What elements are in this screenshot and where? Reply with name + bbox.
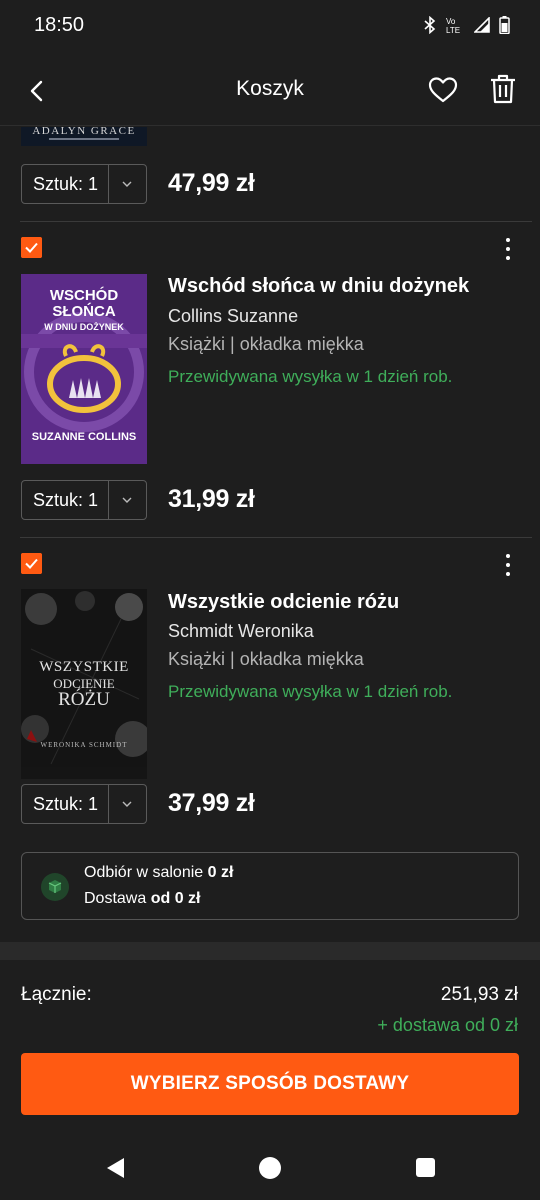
book-format: Książki | okładka miękka [168,649,364,669]
favorite-heart-button[interactable] [428,75,458,105]
signal-icon [474,17,490,33]
item-price: 37,99 zł [168,789,255,817]
book-title[interactable]: Wschód słońca w dniu dożynek [168,275,469,298]
pickup-price: 0 zł [207,864,234,881]
nav-back-icon[interactable] [104,1156,126,1180]
page-title: Koszyk [236,77,304,100]
more-options-icon[interactable] [498,552,518,578]
quantity-label: Sztuk: 1 [33,794,99,814]
book-author: Collins Suzanne [168,306,299,326]
total-label: Łącznie: [21,984,92,1005]
quantity-select[interactable]: Sztuk: 1 [21,784,147,824]
shipping-estimate: Przewidywana wysyłka w 1 dzień rob. [168,682,453,701]
cart-summary: Łącznie: 251,93 zł + dostawa od 0 zł WYB… [0,960,540,1136]
cover-title-line: W DNIU DOŻYNEK [44,322,124,332]
section-separator [0,942,540,960]
book-cover[interactable]: WSZYSTKIE ODCIENIE RÓŻU WERONIKA SCHMIDT [21,589,147,779]
book-title[interactable]: Wszystkie odcienie różu [168,591,399,614]
quantity-select[interactable]: Sztuk: 1 [21,164,147,204]
chevron-down-icon [122,801,132,807]
cover-title-line: SŁOŃCA [52,303,116,320]
total-value: 251,93 zł [440,984,518,1005]
book-cover[interactable]: WSCHÓD SŁOŃCA W DNIU DOŻYNEK SUZANNE COL… [21,274,147,464]
cover-title-line: WSZYSTKIE [39,659,129,675]
delivery-info-box: Odbiór w salonie 0 zł Dostawa od 0 zł [21,852,519,920]
chevron-down-icon [122,181,132,187]
volte-icon: VoLTE [446,17,460,34]
nav-recents-icon[interactable] [416,1158,435,1177]
battery-icon [499,16,510,34]
cover-subtitle-line [49,138,119,140]
system-nav-bar [0,1136,540,1200]
quantity-divider [108,481,109,519]
app-bar: Koszyk [0,56,540,126]
shipping-estimate: Przewidywana wysyłka w 1 dzień rob. [168,367,453,386]
cover-title-line: WSCHÓD [49,287,119,304]
cart-list[interactable]: ADALYN GRACE Sztuk: 1 47,99 zł WSCHÓD SŁ… [0,127,540,942]
cover-author-text: WERONIKA SCHMIDT [40,741,128,749]
quantity-select[interactable]: Sztuk: 1 [21,480,147,520]
book-author: Schmidt Weronika [168,621,314,641]
quantity-label: Sztuk: 1 [33,490,99,510]
divider [20,221,532,222]
svg-text:Vo: Vo [446,17,456,26]
delivery-price: od 0 zł [150,890,201,907]
quantity-divider [108,785,109,823]
cover-title-line: RÓŻU [58,689,110,710]
pickup-label: Odbiór w salonie [84,864,204,881]
status-time: 18:50 [34,14,85,36]
chevron-down-icon [122,497,132,503]
package-icon [41,873,69,901]
cover-author-text: ADALYN GRACE [32,127,136,137]
pickup-line: Odbiór w salonie 0 zł [84,864,233,882]
quantity-label: Sztuk: 1 [33,174,99,194]
item-price: 31,99 zł [168,485,255,513]
svg-text:LTE: LTE [446,26,460,34]
trash-button[interactable] [489,73,517,105]
cover-author-text: SUZANNE COLLINS [31,431,137,443]
item-price: 47,99 zł [168,169,255,197]
item-checkbox[interactable] [21,237,42,258]
quantity-divider [108,165,109,203]
delivery-line: Dostawa od 0 zł [84,890,200,908]
choose-delivery-button[interactable]: WYBIERZ SPOSÓB DOSTAWY [21,1053,519,1115]
item-checkbox[interactable] [21,553,42,574]
nav-home-icon[interactable] [259,1157,281,1179]
divider [20,537,532,538]
status-icons: Vo LTE [424,16,510,34]
shipping-note: + dostawa od 0 zł [377,1015,518,1035]
book-format: Książki | okładka miękka [168,334,364,354]
status-bar: 18:50 Vo LTE [0,0,540,56]
bluetooth-icon [424,16,436,34]
delivery-label: Dostawa [84,890,147,907]
more-options-icon[interactable] [498,236,518,262]
book-cover-partial: ADALYN GRACE [21,127,147,146]
